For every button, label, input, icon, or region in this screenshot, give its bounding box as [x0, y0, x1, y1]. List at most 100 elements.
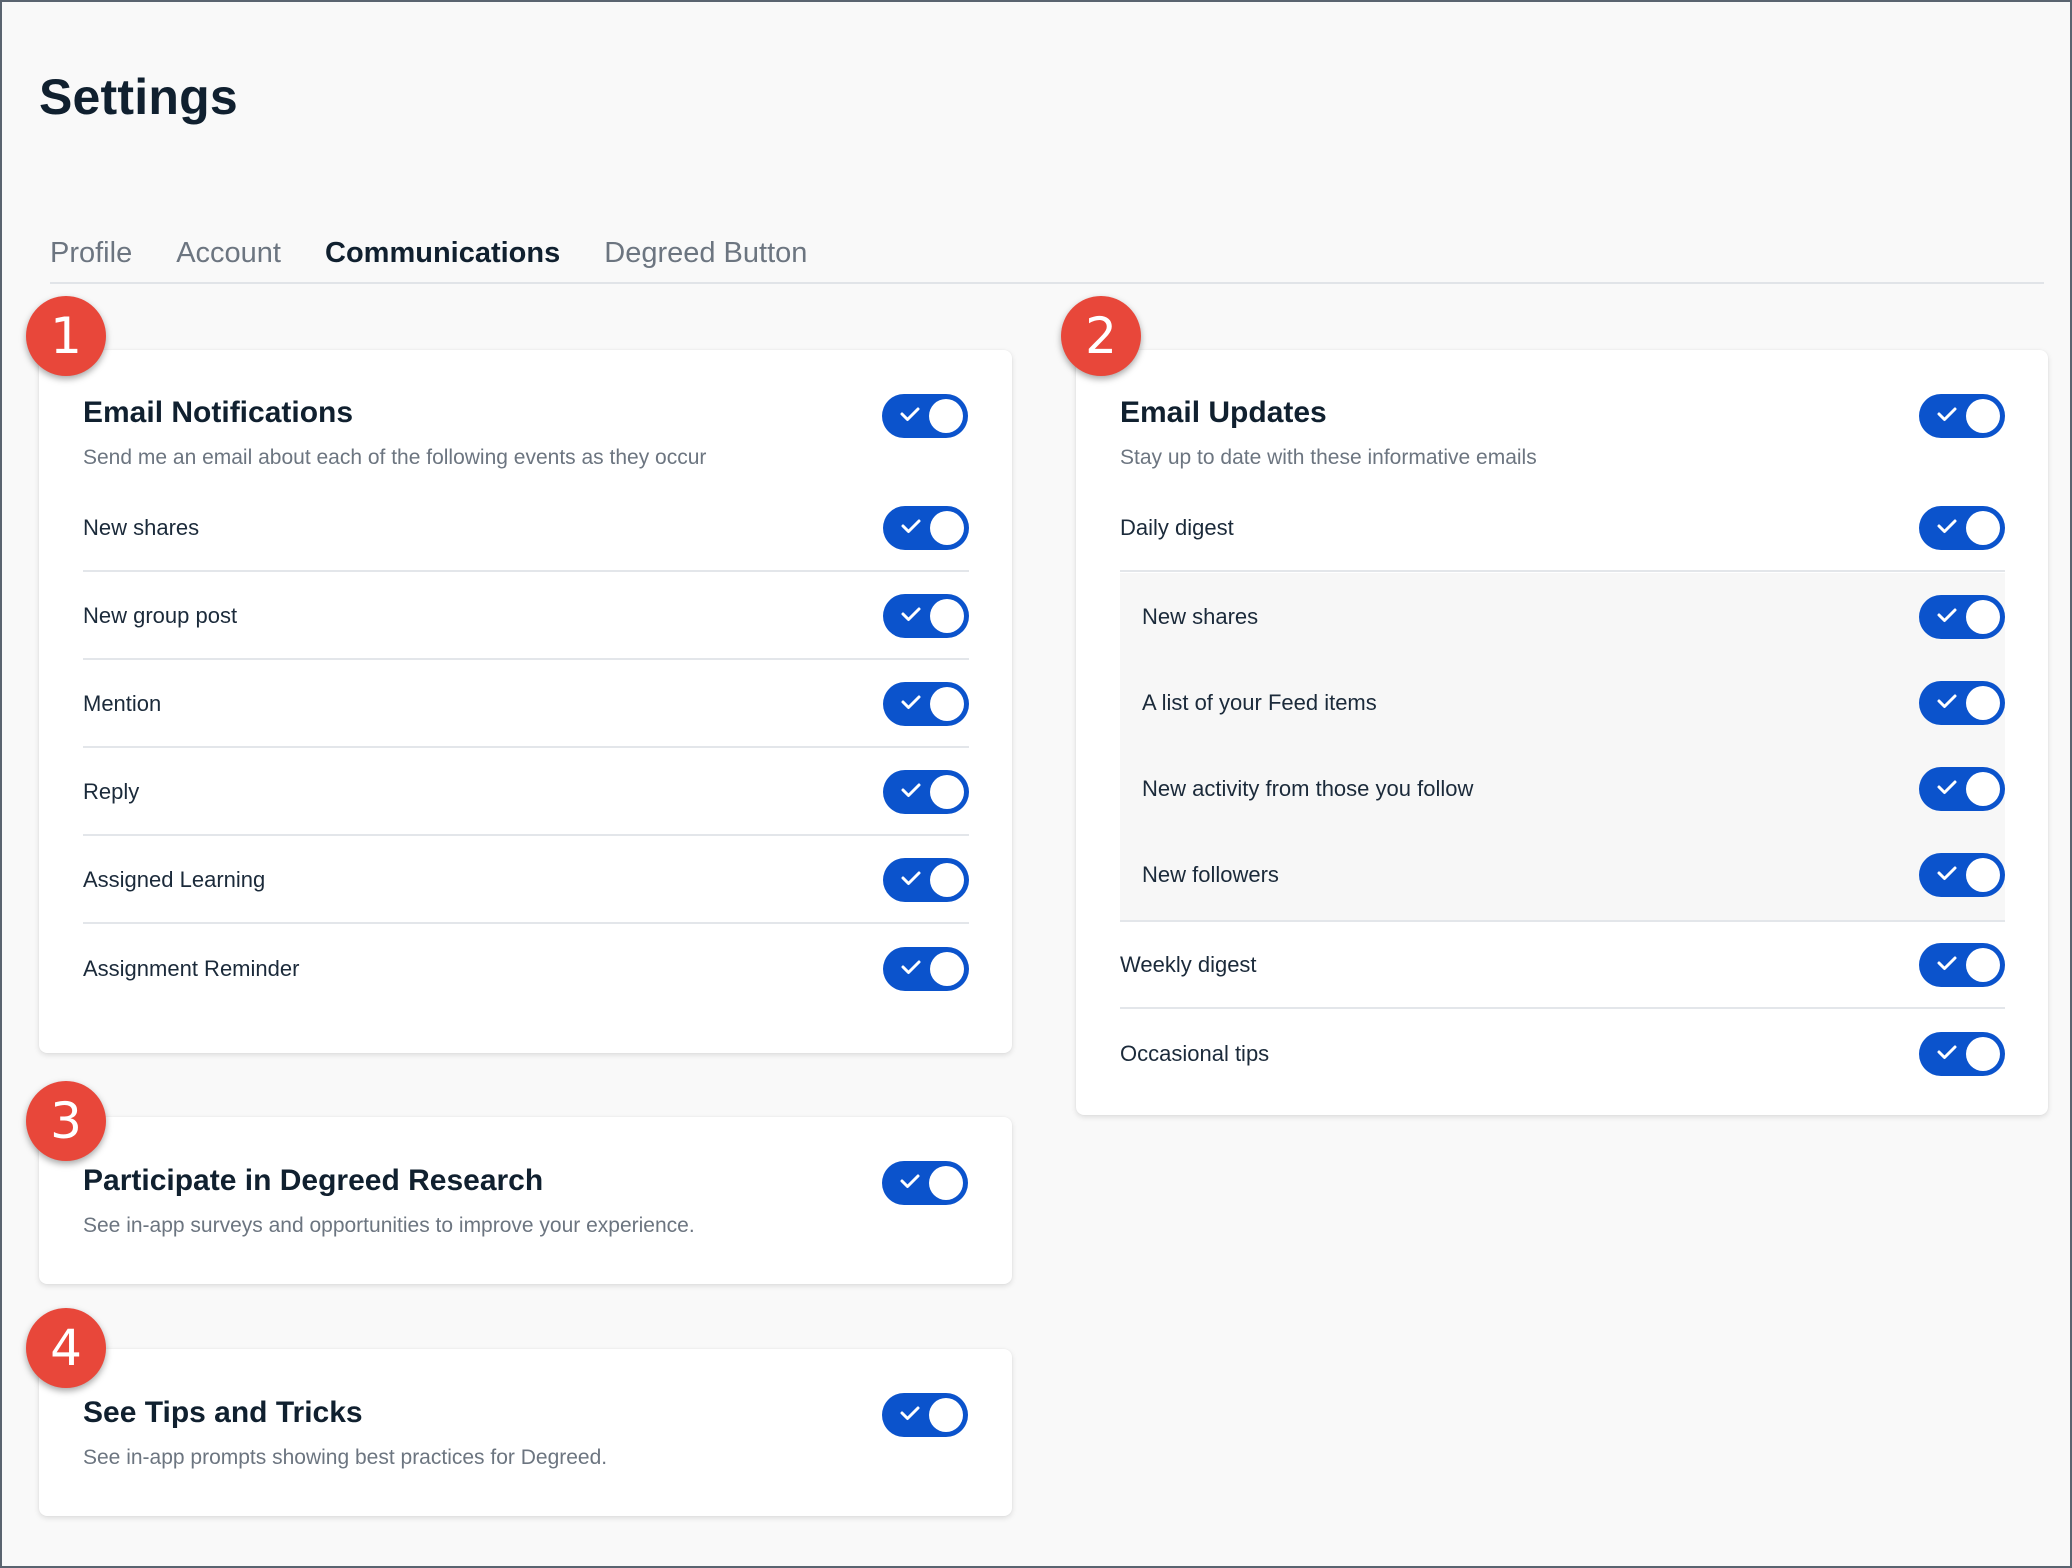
new-group-post-label: New group post	[83, 602, 238, 628]
check-icon	[901, 607, 921, 621]
research-toggle[interactable]	[882, 1161, 968, 1205]
check-icon	[901, 871, 921, 885]
daily-digest-toggle[interactable]	[1919, 505, 2005, 550]
new-shares-label: New shares	[83, 514, 200, 540]
research-description: See in-app surveys and opportunities to …	[83, 1214, 695, 1237]
check-icon	[1937, 519, 1957, 533]
email-updates-title: Email Updates	[1120, 396, 1327, 429]
toggle-knob	[929, 399, 963, 433]
new-shares-toggle[interactable]	[883, 505, 969, 550]
check-icon	[1937, 1045, 1957, 1059]
list-item: New activity from those you follow	[1142, 745, 2005, 832]
settings-page: Settings Profile Account Communications …	[0, 0, 2072, 1568]
toggle-knob	[1966, 771, 2000, 806]
weekly-digest-toggle[interactable]	[1919, 942, 2005, 987]
tab-account[interactable]: Account	[176, 230, 281, 282]
list-item: Mention	[83, 661, 969, 748]
new-followers-label: New followers	[1142, 861, 1279, 887]
toggle-knob	[930, 598, 964, 633]
research-card: Participate in Degreed Research See in-a…	[39, 1117, 1012, 1284]
check-icon	[1937, 407, 1957, 421]
assigned-learning-toggle[interactable]	[883, 857, 969, 902]
tips-toggle[interactable]	[882, 1393, 968, 1437]
new-followers-toggle[interactable]	[1919, 852, 2005, 897]
toggle-knob	[1966, 685, 2000, 720]
callout-badge-4: 4	[26, 1308, 106, 1388]
list-item: New shares	[83, 485, 969, 572]
weekly-digest-label: Weekly digest	[1120, 951, 1257, 977]
new-group-post-toggle[interactable]	[883, 593, 969, 638]
list-item: Assigned Learning	[83, 837, 969, 924]
check-icon	[901, 783, 921, 797]
followed-activity-label: New activity from those you follow	[1142, 775, 1474, 801]
toggle-knob	[929, 1398, 963, 1432]
assignment-reminder-label: Assignment Reminder	[83, 955, 300, 981]
check-icon	[1937, 866, 1957, 880]
occasional-tips-label: Occasional tips	[1120, 1040, 1270, 1066]
reply-label: Reply	[83, 778, 140, 804]
toggle-knob	[930, 951, 964, 986]
toggle-knob	[930, 774, 964, 809]
toggle-knob	[929, 1166, 963, 1200]
email-notifications-card: Email Notifications Send me an email abo…	[39, 350, 1012, 1053]
daily-digest-label: Daily digest	[1120, 514, 1234, 540]
toggle-knob	[1966, 510, 2000, 545]
list-item: Occasional tips	[1120, 1010, 2005, 1097]
toggle-knob	[1966, 1036, 2000, 1071]
list-item: Weekly digest	[1120, 922, 2005, 1009]
toggle-knob	[930, 862, 964, 897]
research-title: Participate in Degreed Research	[83, 1164, 544, 1197]
toggle-knob	[930, 510, 964, 545]
list-item: A list of your Feed items	[1142, 659, 2005, 746]
tab-degreed-button[interactable]: Degreed Button	[604, 230, 807, 282]
tab-communications[interactable]: Communications	[325, 230, 560, 282]
tips-title: See Tips and Tricks	[83, 1396, 363, 1429]
assignment-reminder-toggle[interactable]	[883, 946, 969, 991]
check-icon	[901, 960, 921, 974]
settings-tabs: Profile Account Communications Degreed B…	[50, 230, 2044, 284]
list-item: Daily digest	[1120, 485, 2005, 572]
toggle-knob	[1966, 947, 2000, 982]
list-item: New shares	[1142, 573, 2005, 660]
check-icon	[1937, 780, 1957, 794]
daily-digest-subgroup: New shares A list of your Feed items New…	[1120, 573, 2005, 922]
mention-label: Mention	[83, 690, 162, 716]
toggle-knob	[930, 686, 964, 721]
feed-items-toggle[interactable]	[1919, 680, 2005, 725]
callout-badge-2: 2	[1061, 296, 1141, 376]
occasional-tips-toggle[interactable]	[1919, 1031, 2005, 1076]
callout-badge-1: 1	[26, 296, 106, 376]
mention-toggle[interactable]	[883, 681, 969, 726]
toggle-knob	[1966, 599, 2000, 634]
list-item: New group post	[83, 573, 969, 660]
page-title: Settings	[39, 69, 238, 125]
email-updates-description: Stay up to date with these informative e…	[1120, 446, 1537, 469]
tips-description: See in-app prompts showing best practice…	[83, 1446, 608, 1469]
assigned-learning-label: Assigned Learning	[83, 866, 266, 892]
toggle-knob	[1966, 399, 2000, 433]
callout-badge-3: 3	[26, 1081, 106, 1161]
daily-new-shares-toggle[interactable]	[1919, 594, 2005, 639]
reply-toggle[interactable]	[883, 769, 969, 814]
email-notifications-master-toggle[interactable]	[882, 394, 968, 438]
check-icon	[901, 519, 921, 533]
list-item: Assignment Reminder	[83, 925, 969, 1012]
tab-profile[interactable]: Profile	[50, 230, 132, 282]
daily-new-shares-label: New shares	[1142, 603, 1259, 629]
followed-activity-toggle[interactable]	[1919, 766, 2005, 811]
tips-card: See Tips and Tricks See in-app prompts s…	[39, 1349, 1012, 1516]
check-icon	[900, 407, 920, 421]
toggle-knob	[1966, 857, 2000, 892]
check-icon	[900, 1174, 920, 1188]
check-icon	[1937, 956, 1957, 970]
feed-items-label: A list of your Feed items	[1142, 689, 1377, 715]
check-icon	[1937, 608, 1957, 622]
check-icon	[901, 695, 921, 709]
check-icon	[1937, 694, 1957, 708]
email-updates-master-toggle[interactable]	[1919, 394, 2005, 438]
list-item: New followers	[1142, 831, 2005, 918]
check-icon	[900, 1406, 920, 1420]
email-notifications-description: Send me an email about each of the follo…	[83, 446, 707, 469]
email-notifications-title: Email Notifications	[83, 396, 354, 429]
list-item: Reply	[83, 749, 969, 836]
